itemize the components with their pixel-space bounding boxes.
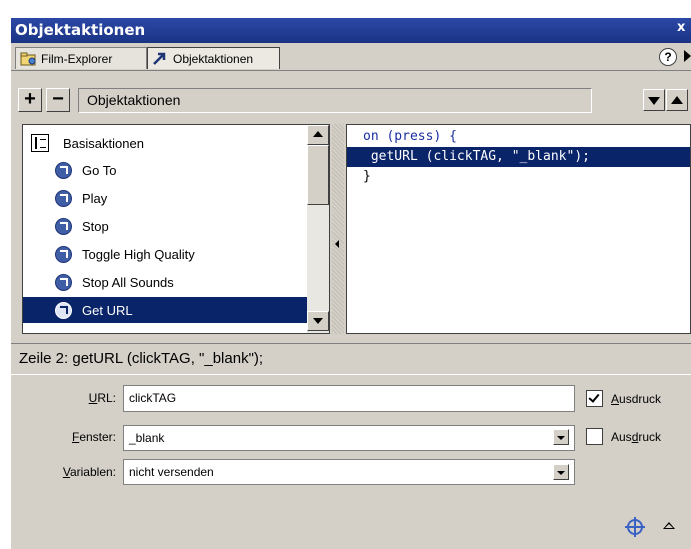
script-editor[interactable]: on (press) { getURL (clickTAG, "_blank")… [346, 124, 691, 334]
tree-item-label: Stop [82, 218, 109, 234]
tab-label: Film-Explorer [41, 51, 113, 66]
panel-tab-bar: Film-Explorer Objektaktionen ? [11, 43, 691, 71]
code-line-2[interactable]: getURL (clickTAG, "_blank"); [347, 147, 690, 167]
window-expression-checkbox[interactable] [586, 428, 603, 445]
collapse-parameters-icon[interactable] [663, 522, 675, 529]
help-icon[interactable]: ? [659, 48, 677, 66]
variables-select[interactable]: nicht versenden [123, 459, 575, 485]
add-action-button[interactable]: + [18, 88, 42, 112]
collapse-left-icon[interactable] [335, 240, 339, 248]
film-explorer-icon [20, 52, 38, 66]
checkmark-icon [588, 391, 600, 403]
action-bullet-icon [55, 245, 72, 263]
panel-menu-arrow-icon[interactable] [684, 50, 691, 62]
action-bullet-icon [55, 217, 72, 235]
chevron-down-icon [648, 97, 660, 105]
tree-item-label: Stop All Sounds [82, 274, 174, 290]
bottom-tools [625, 517, 685, 539]
tree-item-stop-all-sounds[interactable]: Stop All Sounds [23, 269, 307, 295]
tab-objektaktionen[interactable]: Objektaktionen [147, 47, 280, 69]
window-select[interactable]: _blank [123, 425, 575, 451]
current-line-status: Zeile 2: getURL (clickTAG, "_blank"); [11, 343, 691, 375]
url-expression-label[interactable]: Ausdruck [611, 392, 661, 406]
tree-item-play[interactable]: Play [23, 185, 307, 211]
window-expression-label[interactable]: Ausdruck [611, 430, 661, 444]
tab-film-explorer[interactable]: Film-Explorer [15, 47, 147, 69]
tree-scrollbar[interactable] [307, 125, 329, 333]
remove-action-button[interactable]: − [46, 88, 70, 112]
tree-item-stop[interactable]: Stop [23, 213, 307, 239]
action-toolbar: + − Objektaktionen [11, 86, 691, 116]
tree-item-label: Get URL [82, 302, 133, 318]
scroll-down-icon [313, 318, 323, 324]
tree-category-label: Basisaktionen [63, 135, 144, 151]
pane-splitter[interactable] [332, 124, 344, 334]
variables-label: Variablen: [62, 465, 116, 479]
code-line-1[interactable]: on (press) { [347, 127, 690, 147]
tree-item-go-to[interactable]: Go To [23, 157, 307, 183]
scroll-thumb[interactable] [307, 145, 329, 205]
code-line-3[interactable]: } [347, 167, 690, 187]
action-bullet-icon [55, 273, 72, 291]
move-down-button[interactable] [643, 89, 665, 111]
url-field[interactable]: clickTAG [123, 385, 575, 412]
tree-item-get-url[interactable]: Get URL [23, 297, 307, 323]
variables-dropdown-button[interactable] [553, 464, 569, 480]
chevron-up-icon [671, 96, 683, 104]
tree-item-label: Toggle High Quality [82, 246, 195, 262]
action-bullet-icon [55, 161, 72, 179]
tab-label: Objektaktionen [173, 51, 254, 66]
window-titlebar[interactable]: Objektaktionen x [11, 18, 691, 43]
scroll-up-icon [313, 131, 323, 137]
tree-item-label: Go To [82, 162, 117, 178]
scroll-up-button[interactable] [307, 125, 329, 145]
target-path-icon[interactable] [625, 517, 645, 537]
tree-item-label: Play [82, 190, 108, 206]
action-arrow-icon [152, 52, 170, 66]
panel-title-field: Objektaktionen [78, 88, 592, 113]
scroll-down-button[interactable] [307, 311, 329, 331]
window-title: Objektaktionen [15, 21, 146, 39]
tree-item-toggle-high-quality[interactable]: Toggle High Quality [23, 241, 307, 267]
window-dropdown-button[interactable] [553, 429, 569, 445]
action-tree[interactable]: Basisaktionen Go To Play Stop Toggle Hig… [22, 124, 330, 334]
url-expression-checkbox[interactable] [586, 390, 603, 407]
book-icon [31, 134, 49, 152]
move-up-button[interactable] [666, 89, 688, 111]
action-bullet-icon [55, 301, 72, 319]
url-label: URL: [88, 391, 116, 405]
action-bullet-icon [55, 189, 72, 207]
window-label: Fenster: [71, 430, 116, 444]
tree-category-basisaktionen[interactable]: Basisaktionen [23, 130, 307, 156]
close-icon[interactable]: x [677, 20, 689, 38]
actions-panel: Objektaktionen x Film-Explorer Objektakt… [11, 18, 691, 549]
